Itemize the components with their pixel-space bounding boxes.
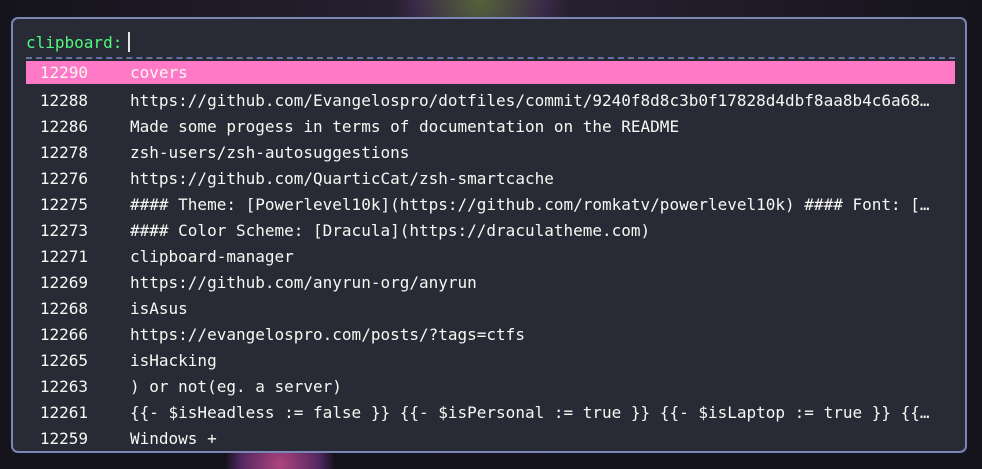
entry-id: 12265	[39, 350, 88, 370]
list-item[interactable]: 12268 isAsus	[26, 295, 955, 321]
entry-text: https://evangelospro.com/posts/?tags=ctf…	[130, 324, 525, 344]
list-item[interactable]: 12263 ) or not(eg. a server)	[26, 373, 955, 399]
clipboard-entry-list: 12290 covers 12288 https://github.com/Evang…	[26, 61, 955, 451]
entry-text: clipboard-manager	[130, 246, 294, 266]
entry-id: 12278	[39, 142, 88, 162]
entry-id: 12263	[39, 376, 88, 396]
entry-text: Made some progess in terms of documentat…	[130, 116, 680, 136]
prompt-label: clipboard:	[26, 32, 123, 52]
entry-text: {{- $isHeadless := false }} {{- $isPerso…	[130, 402, 930, 422]
entry-id: 12290	[39, 63, 88, 82]
entry-id: 12269	[39, 272, 88, 292]
entry-id: 12268	[39, 298, 88, 318]
entry-text: https://github.com/anyrun-org/anyrun	[130, 272, 477, 292]
entry-id: 12271	[39, 246, 88, 266]
entry-id: 12275	[39, 194, 88, 214]
list-item[interactable]: 12266 https://evangelospro.com/posts/?tag…	[26, 321, 955, 347]
text-cursor	[128, 32, 131, 52]
entry-text: covers	[130, 63, 188, 82]
entry-text: ) or not(eg. a server)	[130, 376, 342, 396]
list-item-selected[interactable]: 12290 covers	[26, 61, 955, 84]
entry-id: 12273	[39, 220, 88, 240]
list-item[interactable]: 12273 #### Color Scheme: [Dracula](https:…	[26, 217, 955, 243]
entry-text: https://github.com/Evangelospro/dotfiles…	[130, 90, 930, 110]
list-item[interactable]: 12275 #### Theme: [Powerlevel10k](https:/…	[26, 191, 955, 217]
list-item[interactable]: 12276 https://github.com/QuarticCat/zsh-s…	[26, 165, 955, 191]
entry-text: isHacking	[130, 350, 217, 370]
list-item[interactable]: 12271 clipboard-manager	[26, 243, 955, 269]
list-item[interactable]: 12288 https://github.com/Evangelospro/dot…	[26, 87, 955, 113]
list-item[interactable]: 12278 zsh-users/zsh-autosuggestions	[26, 139, 955, 165]
list-item[interactable]: 12269 https://github.com/anyrun-org/anyru…	[26, 269, 955, 295]
entry-id: 12286	[39, 116, 88, 136]
list-item[interactable]: 12286 Made some progess in terms of docum…	[26, 113, 955, 139]
entry-id: 12261	[39, 402, 88, 422]
clipboard-launcher-window: clipboard: 12290 covers 12288 https://githu…	[11, 17, 967, 453]
dashed-separator	[26, 57, 955, 59]
entry-id: 12288	[39, 90, 88, 110]
entry-id: 12259	[39, 428, 88, 448]
entry-id: 12276	[39, 168, 88, 188]
entry-id: 12266	[39, 324, 88, 344]
entry-text: zsh-users/zsh-autosuggestions	[130, 142, 410, 162]
prompt-row[interactable]: clipboard:	[26, 31, 131, 53]
entry-text: #### Theme: [Powerlevel10k](https://gith…	[130, 194, 930, 214]
entry-text: Windows +	[130, 428, 217, 448]
list-item[interactable]: 12261 {{- $isHeadless := false }} {{- $is…	[26, 399, 955, 425]
list-item[interactable]: 12259 Windows +	[26, 425, 955, 451]
entry-text: isAsus	[130, 298, 188, 318]
entry-text: #### Color Scheme: [Dracula](https://dra…	[130, 220, 651, 240]
entry-text: https://github.com/QuarticCat/zsh-smartc…	[130, 168, 554, 188]
list-item[interactable]: 12265 isHacking	[26, 347, 955, 373]
